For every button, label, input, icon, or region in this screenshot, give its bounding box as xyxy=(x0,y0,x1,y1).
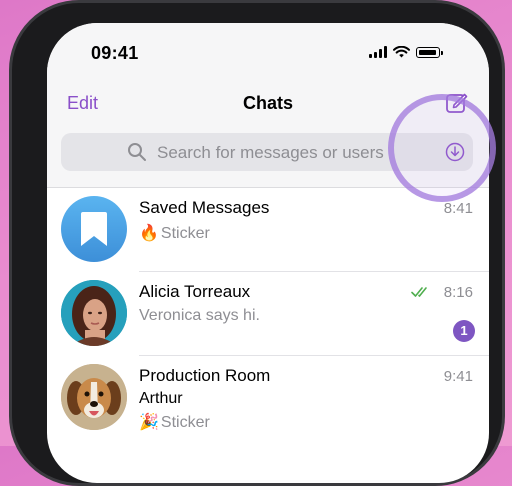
chat-preview: 🔥 Sticker xyxy=(139,223,210,243)
chat-time: 8:41 xyxy=(443,200,473,217)
chat-preview: 🎉 Sticker xyxy=(139,412,210,432)
avatar xyxy=(61,196,127,262)
phone-screen: 09:41 Edit Chats Search for messages or … xyxy=(47,23,489,483)
chat-row-production-room[interactable]: Production Room 9:41 Arthur 🎉 Sticker xyxy=(47,356,489,452)
wifi-icon xyxy=(393,46,410,58)
status-icons xyxy=(369,46,443,58)
highlight-ring xyxy=(388,94,496,202)
chat-name: Saved Messages xyxy=(139,198,270,217)
chat-sender: Arthur xyxy=(139,390,183,407)
avatar xyxy=(61,364,127,430)
battery-icon xyxy=(416,47,443,58)
bookmark-icon xyxy=(81,212,107,246)
search-input[interactable]: Search for messages or users xyxy=(157,143,384,163)
chat-preview: Veronica says hi. xyxy=(139,307,260,324)
chat-preview-text: Sticker xyxy=(160,414,210,431)
chat-name: Production Room xyxy=(139,366,271,385)
chat-row-alicia-torreaux[interactable]: Alicia Torreaux 8:16 Veronica says hi. 1 xyxy=(47,272,489,356)
avatar-photo xyxy=(61,280,127,346)
chat-preview-text: Sticker xyxy=(160,225,210,242)
unread-badge: 1 xyxy=(453,320,475,342)
search-icon xyxy=(128,143,146,161)
chat-list: Saved Messages 8:41 🔥 Sticker Alicia Tor… xyxy=(47,188,489,452)
chat-time: 8:16 xyxy=(443,284,473,301)
chat-name: Alicia Torreaux xyxy=(139,282,251,301)
avatar-photo xyxy=(61,364,127,430)
fire-emoji: 🔥 xyxy=(139,225,159,242)
signal-icon xyxy=(369,46,387,58)
double-check-icon xyxy=(411,287,427,297)
chat-row-saved-messages[interactable]: Saved Messages 8:41 🔥 Sticker xyxy=(47,188,489,272)
chat-time: 9:41 xyxy=(443,368,473,385)
avatar xyxy=(61,280,127,346)
status-time: 09:41 xyxy=(91,43,139,63)
party-emoji: 🎉 xyxy=(139,414,159,431)
phone-frame: 09:41 Edit Chats Search for messages or … xyxy=(9,0,505,486)
